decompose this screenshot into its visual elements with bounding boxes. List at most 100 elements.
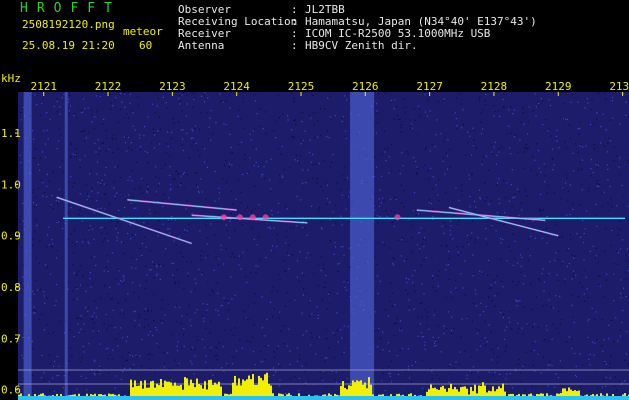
noise-dot (212, 290, 214, 292)
noise-dot (59, 106, 61, 108)
noise-dot (585, 276, 587, 278)
noise-dot (445, 245, 447, 247)
noise-dot (296, 195, 298, 197)
baseline-bar (200, 396, 202, 400)
noise-dot (342, 116, 344, 118)
noise-dot (429, 368, 431, 370)
noise-dot (570, 238, 572, 240)
noise-dot (211, 289, 213, 291)
noise-dot (411, 224, 413, 227)
noise-dot (329, 95, 331, 97)
noise-dot (43, 130, 45, 132)
noise-dot (537, 326, 539, 329)
noise-dot (387, 147, 389, 149)
noise-dot (121, 356, 123, 358)
noise-dot (82, 130, 84, 132)
noise-dot (146, 190, 148, 192)
noise-dot (450, 329, 453, 331)
noise-dot (621, 382, 623, 384)
baseline-bar (26, 396, 28, 400)
noise-dot (103, 183, 105, 185)
noise-dot (193, 93, 195, 95)
noise-dot (302, 294, 304, 296)
noise-dot (471, 356, 473, 358)
noise-dot (421, 336, 423, 338)
noise-dot (254, 364, 256, 366)
noise-dot (434, 290, 437, 292)
noise-dot (173, 277, 175, 279)
noise-dot (254, 185, 256, 187)
noise-dot (68, 373, 70, 376)
noise-dot (128, 117, 130, 119)
noise-dot (527, 324, 529, 326)
noise-dot (92, 283, 94, 285)
baseline-bar (488, 396, 490, 400)
noise-dot (37, 164, 39, 166)
noise-dot (545, 166, 547, 168)
noise-dot (392, 257, 394, 259)
noise-dot (158, 229, 160, 231)
noise-dot (100, 150, 102, 152)
noise-dot (551, 338, 553, 340)
noise-dot (163, 351, 165, 353)
noise-dot (532, 110, 534, 112)
noise-dot (207, 255, 209, 257)
baseline-bar (284, 396, 286, 400)
baseline-bar (70, 396, 72, 400)
noise-dot (272, 316, 274, 318)
noise-dot (494, 305, 496, 307)
baseline-bar (252, 396, 254, 400)
noise-dot (597, 231, 599, 233)
noise-dot (106, 184, 108, 186)
noise-dot (32, 312, 35, 314)
noise-dot (78, 214, 80, 216)
noise-dot (145, 265, 147, 267)
noise-dot (289, 363, 291, 365)
noise-dot (114, 100, 116, 102)
noise-dot (109, 354, 111, 356)
noise-dot (521, 256, 523, 259)
noise-dot (445, 226, 447, 228)
baseline-bar (622, 396, 624, 400)
noise-dot (381, 380, 383, 382)
noise-dot (542, 124, 544, 126)
noise-dot (530, 169, 532, 171)
noise-dot (194, 125, 197, 127)
baseline-bar (60, 396, 62, 400)
noise-dot (289, 300, 291, 302)
noise-dot (159, 177, 161, 179)
noise-dot (145, 318, 147, 320)
noise-dot (247, 305, 249, 307)
noise-dot (147, 188, 149, 190)
baseline-bar (564, 396, 566, 400)
noise-dot (617, 251, 620, 254)
noise-dot (147, 324, 149, 326)
noise-dot (150, 269, 152, 271)
noise-dot (522, 333, 524, 335)
noise-dot (38, 318, 40, 320)
noise-dot (521, 327, 523, 329)
noise-dot (552, 323, 554, 325)
noise-dot (414, 119, 416, 121)
noise-dot (569, 137, 571, 139)
noise-dot (319, 206, 321, 209)
noise-dot (608, 137, 610, 139)
noise-dot (71, 186, 74, 188)
noise-dot (470, 372, 472, 374)
noise-dot (68, 360, 70, 362)
noise-dot (470, 173, 472, 175)
noise-dot (443, 98, 445, 100)
noise-dot (127, 293, 129, 295)
noise-dot (167, 131, 169, 133)
noise-dot (593, 143, 595, 145)
noise-dot (480, 121, 482, 123)
noise-dot (434, 309, 436, 311)
noise-dot (266, 318, 268, 320)
noise-dot (440, 133, 442, 135)
noise-dot (538, 167, 540, 169)
noise-dot (167, 228, 169, 230)
noise-dot (572, 273, 574, 275)
noise-dot (598, 92, 600, 94)
noise-dot (73, 272, 75, 274)
noise-dot (376, 110, 378, 112)
